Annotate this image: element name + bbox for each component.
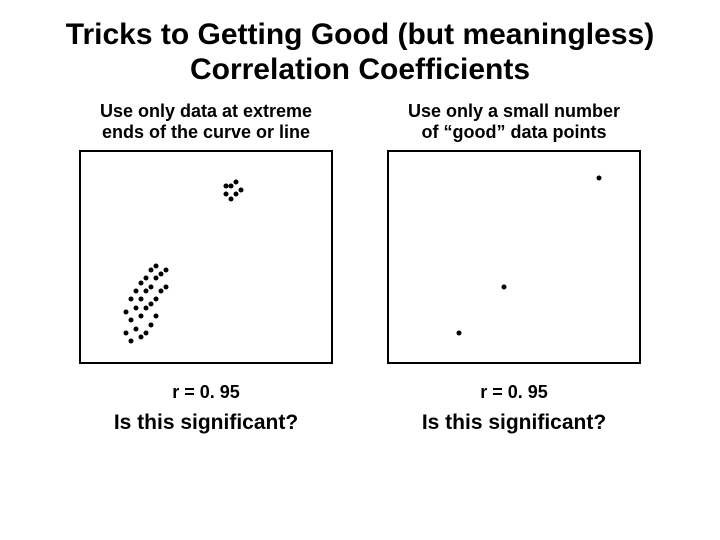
data-point [124, 330, 129, 335]
data-point [597, 175, 602, 180]
right-caption: r = 0. 95 Is this significant? [422, 382, 606, 435]
data-point [229, 196, 234, 201]
data-point [139, 314, 144, 319]
panel-row: Use only data at extreme ends of the cur… [0, 93, 720, 435]
data-point [149, 284, 154, 289]
left-caption: r = 0. 95 Is this significant? [114, 382, 298, 435]
data-point [159, 272, 164, 277]
data-point [144, 288, 149, 293]
left-subtitle: Use only data at extreme ends of the cur… [100, 101, 312, 142]
right-subtitle-line1: Use only a small number [408, 101, 620, 122]
data-point [154, 276, 159, 281]
data-point [154, 314, 159, 319]
data-point [144, 330, 149, 335]
data-point [159, 288, 164, 293]
data-point [164, 284, 169, 289]
right-sig-question: Is this significant? [422, 411, 606, 435]
data-point [164, 267, 169, 272]
data-point [144, 276, 149, 281]
data-point [134, 326, 139, 331]
data-point [134, 305, 139, 310]
data-point [457, 330, 462, 335]
scatter-plot-left [79, 150, 333, 364]
left-subtitle-line2: ends of the curve or line [100, 122, 312, 143]
data-point [154, 263, 159, 268]
data-point [139, 280, 144, 285]
data-point [239, 188, 244, 193]
data-point [139, 335, 144, 340]
left-r-value: r = 0. 95 [114, 382, 298, 403]
right-subtitle: Use only a small number of “good” data p… [408, 101, 620, 142]
right-r-value: r = 0. 95 [422, 382, 606, 403]
data-point [224, 192, 229, 197]
data-point [154, 297, 159, 302]
data-point [502, 284, 507, 289]
data-point [139, 297, 144, 302]
right-subtitle-line2: of “good” data points [408, 122, 620, 143]
panel-right: Use only a small number of “good” data p… [384, 101, 644, 435]
data-point [149, 322, 154, 327]
data-point [134, 288, 139, 293]
data-point [149, 301, 154, 306]
data-point [234, 179, 239, 184]
data-point [224, 183, 229, 188]
data-point [124, 309, 129, 314]
data-point [129, 297, 134, 302]
page-title: Tricks to Getting Good (but meaningless)… [0, 0, 720, 93]
data-point [149, 267, 154, 272]
data-point [129, 339, 134, 344]
data-point [129, 318, 134, 323]
left-sig-question: Is this significant? [114, 411, 298, 435]
data-point [234, 192, 239, 197]
data-point [229, 183, 234, 188]
panel-left: Use only data at extreme ends of the cur… [76, 101, 336, 435]
data-point [144, 305, 149, 310]
scatter-plot-right [387, 150, 641, 364]
left-subtitle-line1: Use only data at extreme [100, 101, 312, 122]
